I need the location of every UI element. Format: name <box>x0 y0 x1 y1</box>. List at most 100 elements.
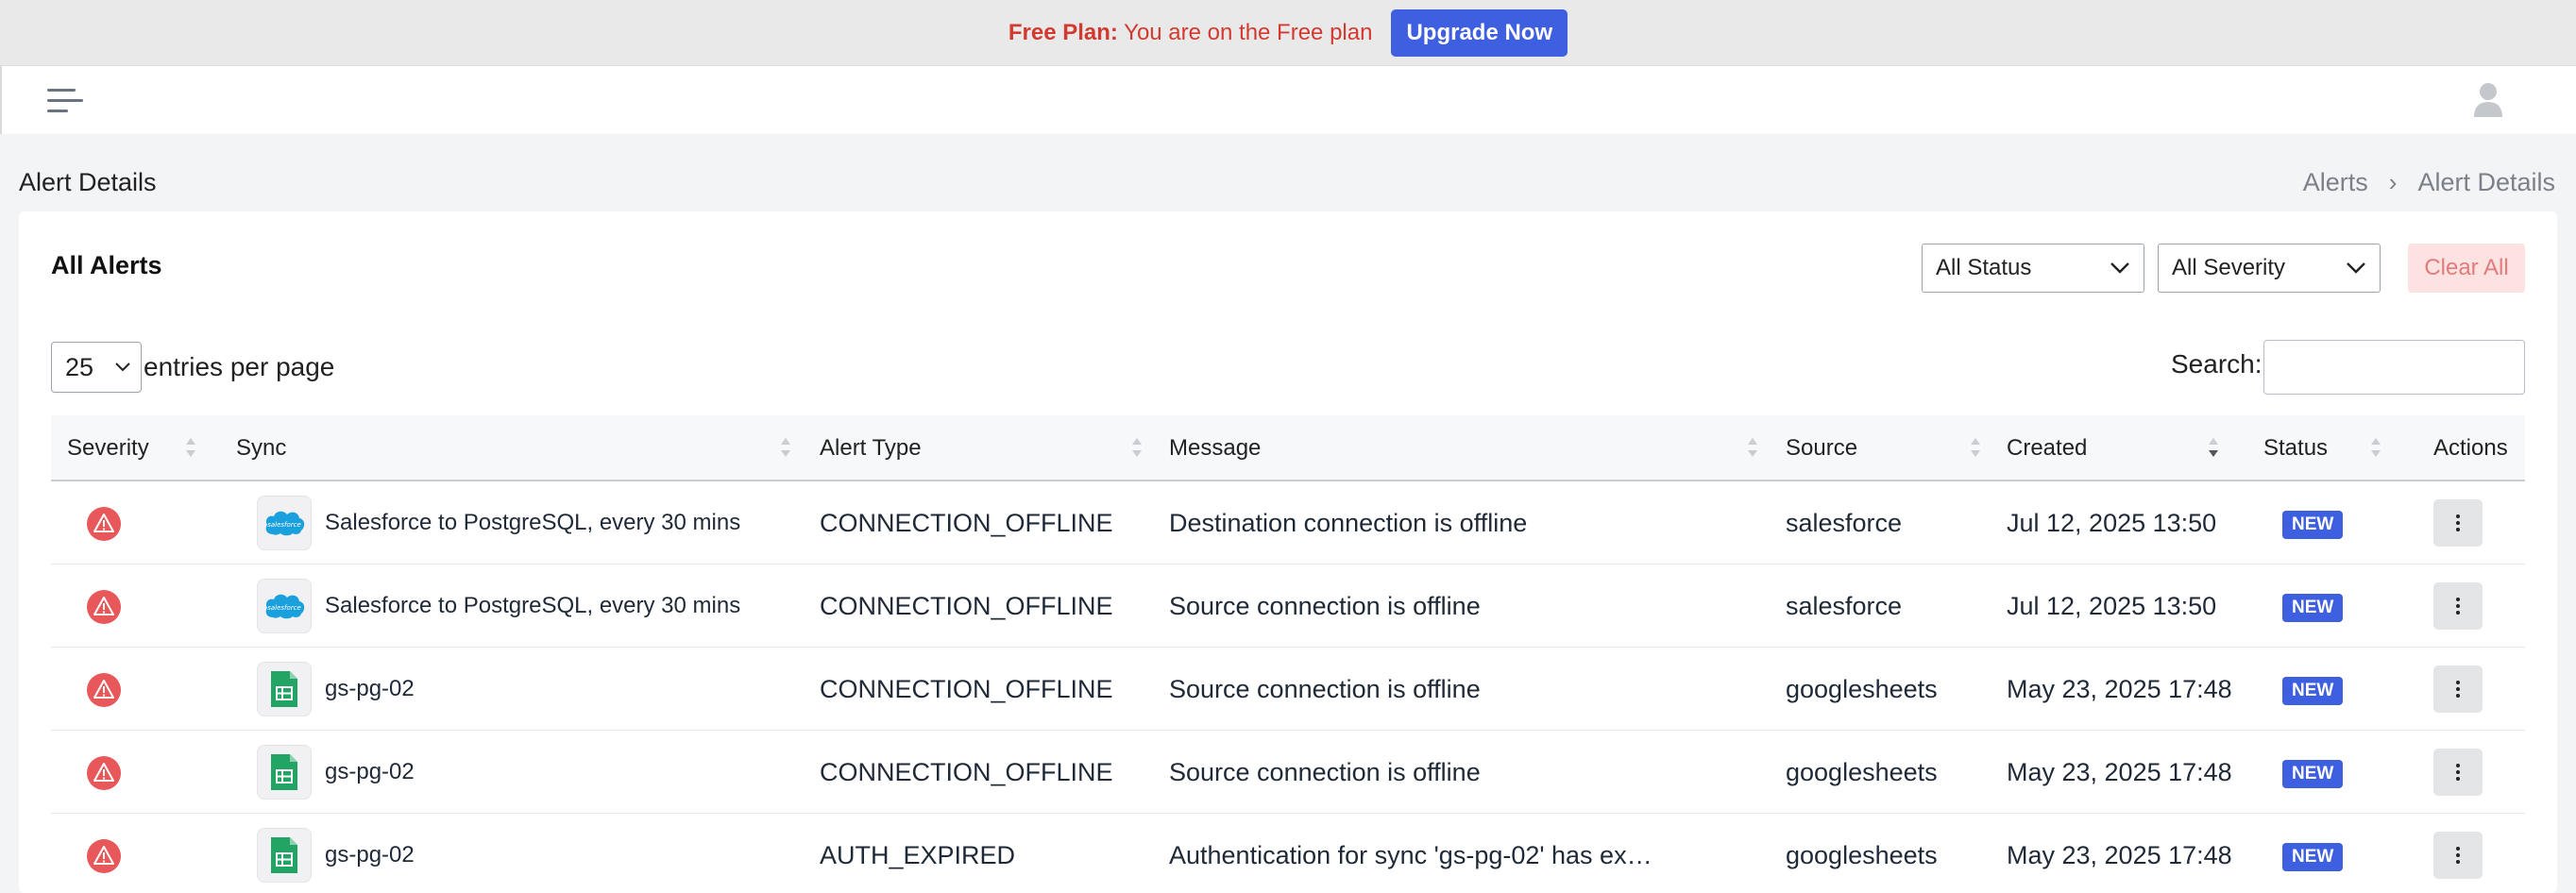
column-source[interactable]: Source <box>1786 415 1857 481</box>
breadcrumb: Alerts › Alert Details <box>2303 168 2555 197</box>
sort-icon[interactable] <box>183 432 198 463</box>
created-date: May 23, 2025 17:48 <box>2007 674 2232 703</box>
kebab-menu-icon <box>2456 764 2460 781</box>
free-plan-banner: Free Plan: You are on the Free plan Upgr… <box>0 0 2576 66</box>
alert-type: CONNECTION_OFFLINE <box>820 674 1113 703</box>
row-actions-button[interactable] <box>2433 666 2483 713</box>
entries-label: entries per page <box>144 352 335 381</box>
row-actions-button[interactable] <box>2433 499 2483 547</box>
row-actions-button[interactable] <box>2433 749 2483 796</box>
google-sheets-icon <box>257 662 312 716</box>
sort-icon[interactable] <box>1129 432 1144 463</box>
alert-message: Source connection is offline <box>1169 757 1481 786</box>
severity-filter-select[interactable]: All Severity <box>2158 244 2381 293</box>
column-created[interactable]: Created <box>2007 415 2087 481</box>
table-header: Severity Sync Alert Type Message Source … <box>51 415 2525 481</box>
row-actions-button[interactable] <box>2433 832 2483 879</box>
sort-icon[interactable] <box>778 432 793 463</box>
row-actions-button[interactable] <box>2433 582 2483 630</box>
entries-per-page: 25 entries per page <box>51 342 334 393</box>
alert-message: Source connection is offline <box>1169 591 1481 620</box>
alert-triangle-icon <box>87 507 121 541</box>
alerts-card: All Alerts All Status All Severity Clear… <box>19 211 2557 893</box>
entries-select[interactable]: 25 <box>51 342 142 393</box>
column-message[interactable]: Message <box>1169 415 1261 481</box>
alert-message: Source connection is offline <box>1169 674 1481 703</box>
column-alert-type[interactable]: Alert Type <box>820 415 922 481</box>
sync-name[interactable]: gs-pg-02 <box>325 648 415 731</box>
google-sheets-icon <box>257 745 312 800</box>
top-navbar <box>0 66 2576 134</box>
alert-triangle-icon <box>87 839 121 873</box>
salesforce-cloud-icon: salesforce <box>257 579 312 633</box>
table-row: gs-pg-02 CONNECTION_OFFLINE Source conne… <box>51 648 2525 731</box>
status-badge: NEW <box>2282 594 2344 622</box>
alert-triangle-icon <box>87 590 121 624</box>
severity-filter-value: All Severity <box>2172 255 2286 280</box>
kebab-menu-icon <box>2456 847 2460 864</box>
sort-icon[interactable] <box>2368 432 2383 463</box>
breadcrumb-alert-details: Alert Details <box>2417 168 2555 196</box>
table-body: salesforce Salesforce to PostgreSQL, eve… <box>51 481 2525 893</box>
table-row: gs-pg-02 CONNECTION_OFFLINE Source conne… <box>51 731 2525 814</box>
alert-triangle-icon <box>87 756 121 790</box>
created-date: Jul 12, 2025 13:50 <box>2007 508 2217 537</box>
chevron-down-icon <box>2347 262 2365 274</box>
svg-text:salesforce: salesforce <box>267 521 301 529</box>
plan-notice: Free Plan: You are on the Free plan <box>1008 19 1373 45</box>
source-name: googlesheets <box>1786 674 1938 703</box>
clear-all-button[interactable]: Clear All <box>2408 244 2525 293</box>
created-date: Jul 12, 2025 13:50 <box>2007 591 2217 620</box>
google-sheets-icon <box>257 828 312 883</box>
chevron-down-icon <box>2110 262 2129 274</box>
source-name: salesforce <box>1786 591 1903 620</box>
breadcrumb-chevron-icon: › <box>2388 168 2398 196</box>
sync-name[interactable]: gs-pg-02 <box>325 814 415 893</box>
kebab-menu-icon <box>2456 598 2460 615</box>
source-name: salesforce <box>1786 508 1903 537</box>
column-actions: Actions <box>2433 435 2508 461</box>
alert-type: CONNECTION_OFFLINE <box>820 508 1113 537</box>
status-badge: NEW <box>2282 843 2344 871</box>
search-label: Search: <box>2171 349 2262 379</box>
page-title: Alert Details <box>19 168 157 196</box>
sort-icon[interactable] <box>1745 432 1760 463</box>
sort-icon[interactable] <box>1968 432 1983 463</box>
sync-name[interactable]: gs-pg-02 <box>325 731 415 814</box>
alert-type: CONNECTION_OFFLINE <box>820 757 1113 786</box>
status-badge: NEW <box>2282 677 2344 705</box>
column-sync[interactable]: Sync <box>236 415 286 481</box>
svg-text:salesforce: salesforce <box>267 604 301 612</box>
created-date: May 23, 2025 17:48 <box>2007 757 2232 786</box>
breadcrumb-alerts[interactable]: Alerts <box>2303 168 2368 197</box>
alerts-table: Severity Sync Alert Type Message Source … <box>51 415 2525 893</box>
source-name: googlesheets <box>1786 840 1938 869</box>
column-severity[interactable]: Severity <box>67 415 149 481</box>
alert-type: AUTH_EXPIRED <box>820 840 1016 869</box>
sync-name[interactable]: Salesforce to PostgreSQL, every 30 mins <box>325 481 740 564</box>
alert-type: CONNECTION_OFFLINE <box>820 591 1113 620</box>
table-row: salesforce Salesforce to PostgreSQL, eve… <box>51 481 2525 564</box>
alert-message: Destination connection is offline <box>1169 508 1528 537</box>
source-name: googlesheets <box>1786 757 1938 786</box>
status-filter-value: All Status <box>1936 255 2032 280</box>
alert-message: Authentication for sync 'gs-pg-02' has e… <box>1169 840 1652 869</box>
card-title: All Alerts <box>51 251 162 279</box>
created-date: May 23, 2025 17:48 <box>2007 840 2232 869</box>
kebab-menu-icon <box>2456 681 2460 698</box>
upgrade-now-button[interactable]: Upgrade Now <box>1391 8 1568 57</box>
sync-name[interactable]: Salesforce to PostgreSQL, every 30 mins <box>325 564 740 648</box>
chevron-down-icon <box>115 362 130 372</box>
alert-triangle-icon <box>87 673 121 707</box>
user-avatar-icon[interactable] <box>2473 81 2503 119</box>
hamburger-menu-icon[interactable] <box>47 87 83 115</box>
table-row: gs-pg-02 AUTH_EXPIRED Authentication for… <box>51 814 2525 893</box>
status-badge: NEW <box>2282 511 2344 539</box>
column-status[interactable]: Status <box>2263 415 2328 481</box>
salesforce-cloud-icon: salesforce <box>257 496 312 550</box>
status-filter-select[interactable]: All Status <box>1922 244 2144 293</box>
table-row: salesforce Salesforce to PostgreSQL, eve… <box>51 564 2525 648</box>
sort-desc-icon[interactable] <box>2206 432 2221 463</box>
search-input[interactable] <box>2263 340 2525 395</box>
status-badge: NEW <box>2282 760 2344 788</box>
